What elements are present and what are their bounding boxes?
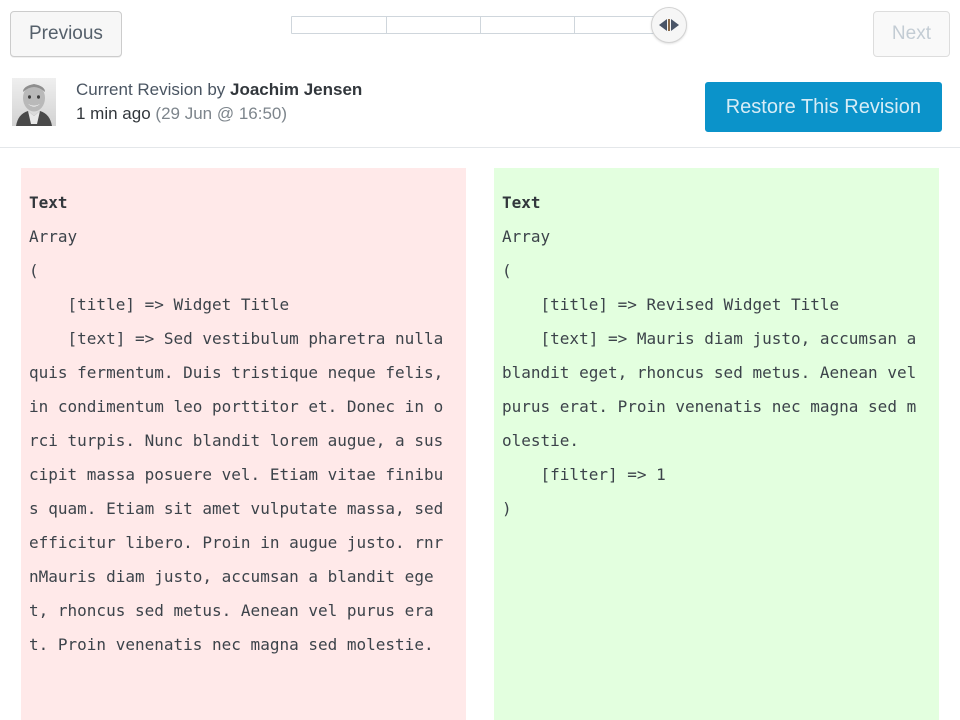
diff-added-content: Text Array ( [title] => Revised Widget Ti… (502, 186, 917, 526)
revision-timestamp: (29 Jun @ 16:50) (155, 104, 288, 123)
revision-heading: Current Revision by Joachim Jensen (76, 78, 696, 101)
next-revision-button[interactable]: Next (872, 11, 950, 57)
diff-panel-removed: Text Array ( [title] => Widget Title [tex… (21, 168, 466, 720)
revision-author: Joachim Jensen (230, 80, 363, 99)
diff-removed-field-label: Text (29, 193, 68, 212)
diff-added-field-label: Text (502, 193, 541, 212)
revision-meta-text: Current Revision by Joachim Jensen 1 min… (76, 78, 696, 125)
revision-relative-time: 1 min ago (76, 104, 151, 123)
revision-slider[interactable] (291, 7, 687, 43)
revision-slider-tick (480, 17, 481, 33)
avatar (12, 78, 56, 126)
revision-slider-track[interactable] (291, 16, 668, 34)
diff-panel-added: Text Array ( [title] => Revised Widget Ti… (494, 168, 939, 720)
restore-this-revision-button[interactable]: Restore This Revision (704, 82, 942, 132)
revision-diff: Text Array ( [title] => Widget Title [tex… (0, 168, 960, 720)
diff-added-body: Array ( [title] => Revised Widget Title … (502, 227, 917, 518)
revision-heading-prefix: Current Revision by (76, 80, 231, 99)
revision-time-row: 1 min ago (29 Jun @ 16:50) (76, 102, 696, 125)
diff-removed-body: Array ( [title] => Widget Title [text] =… (29, 227, 444, 654)
left-right-arrows-icon (652, 8, 686, 42)
diff-removed-content: Text Array ( [title] => Widget Title [tex… (29, 186, 444, 662)
revisions-screen: Previous Next Current Revision by Joachi… (0, 0, 960, 720)
previous-revision-button[interactable]: Previous (10, 11, 122, 57)
revision-slider-handle[interactable] (651, 7, 687, 43)
revision-slider-tick (386, 17, 387, 33)
revision-toolbar: Previous Next (0, 0, 960, 68)
revision-slider-tick (574, 17, 575, 33)
